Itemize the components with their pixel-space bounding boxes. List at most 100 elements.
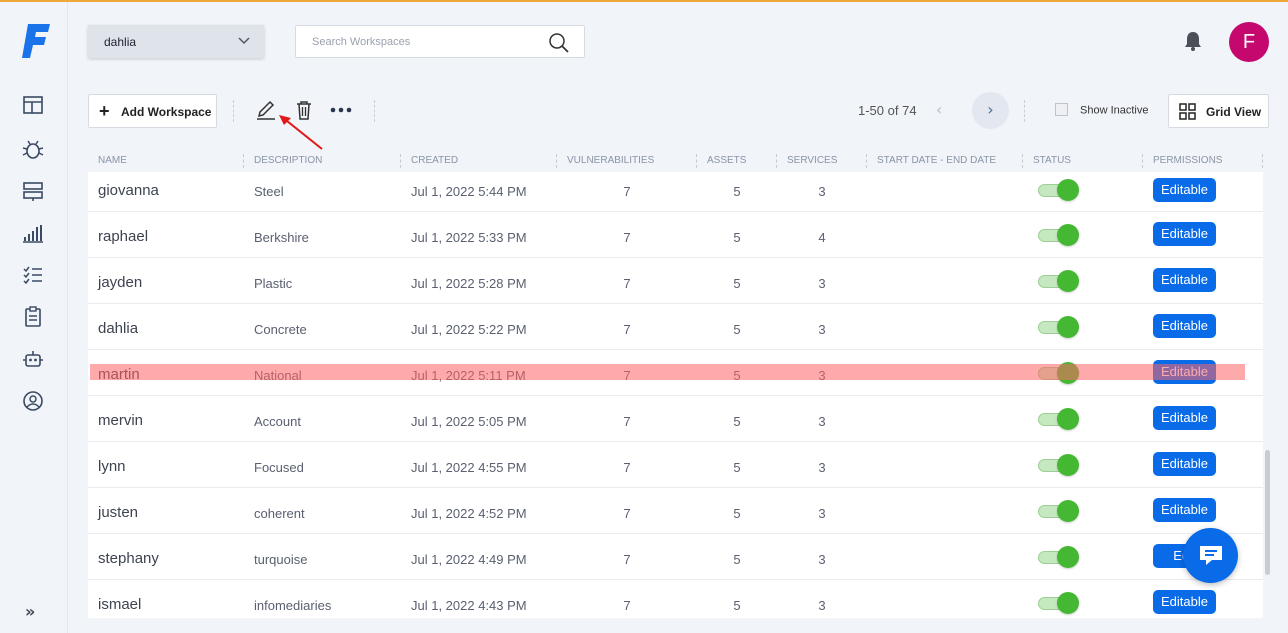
bell-icon[interactable]	[1183, 30, 1203, 52]
cell-vulnerabilities: 7	[623, 184, 631, 199]
cell-name: lynn	[98, 458, 126, 475]
more-options-icon[interactable]	[330, 99, 352, 121]
status-toggle[interactable]	[1038, 362, 1079, 384]
table-row[interactable]: justen coherent Jul 1, 2022 4:52 PM 7 5 3 Edit…	[88, 488, 1263, 534]
toggle-knob	[1057, 179, 1079, 201]
toggle-knob	[1057, 500, 1079, 522]
cell-description: coherent	[254, 506, 305, 521]
permission-editable-button[interactable]: Editable	[1153, 590, 1216, 614]
search-input[interactable]	[296, 26, 526, 57]
cell-description: Plastic	[254, 276, 293, 291]
chevron-down-icon	[238, 37, 250, 45]
table-row[interactable]: giovanna Steel Jul 1, 2022 5:44 PM 7 5 3 Edita…	[88, 172, 1263, 212]
analytics-icon[interactable]	[22, 222, 44, 244]
server-icon[interactable]	[22, 180, 44, 202]
edit-pencil-icon[interactable]	[255, 99, 277, 121]
column-header-name[interactable]: NAME	[98, 155, 127, 166]
table-row[interactable]: lynn Focused Jul 1, 2022 4:55 PM 7 5 3 Editabl…	[88, 442, 1263, 488]
cell-created: Jul 1, 2022 5:11 PM	[411, 368, 526, 383]
table-scrollbar[interactable]	[1265, 450, 1270, 575]
sidebar-expand-icon[interactable]: »	[25, 602, 35, 621]
toolbar-divider	[374, 100, 375, 122]
cell-description: Concrete	[254, 322, 307, 337]
trash-icon[interactable]	[293, 99, 315, 121]
show-inactive-toggle[interactable]: Show Inactive	[1055, 103, 1149, 117]
table-row[interactable]: stephanyturquoiseJul 1, 2022 4:49 PM753E…	[88, 534, 1263, 580]
bug-icon[interactable]	[22, 138, 44, 160]
grid-view-button[interactable]: Grid View	[1168, 94, 1269, 128]
clipboard-icon[interactable]	[22, 306, 44, 328]
dashboard-icon[interactable]	[22, 94, 44, 116]
cell-name: dahlia	[98, 320, 139, 337]
toggle-knob	[1057, 224, 1079, 246]
table-row[interactable]: martin National Jul 1, 2022 5:11 PM 7 5 3 Edit…	[88, 350, 1263, 396]
workspace-select[interactable]: dahlia	[88, 25, 264, 58]
permission-editable-button[interactable]: Editable	[1153, 314, 1216, 338]
sidebar: »	[0, 2, 68, 633]
toggle-knob	[1057, 408, 1079, 430]
status-toggle[interactable]	[1038, 500, 1079, 522]
next-page-button[interactable]: ›	[972, 92, 1009, 129]
table-row[interactable]: ismael infomediaries Jul 1, 2022 4:43 PM 7 5…	[88, 580, 1263, 618]
checklist-icon[interactable]	[22, 264, 44, 286]
table-row[interactable]: dahlia Concrete Jul 1, 2022 5:22 PM 7 5 3 Edit…	[88, 304, 1263, 350]
status-toggle[interactable]	[1038, 224, 1079, 246]
table-row[interactable]: jayden Plastic Jul 1, 2022 5:28 PM 7 5 3 Edita…	[88, 258, 1263, 304]
status-toggle[interactable]	[1038, 408, 1079, 430]
add-workspace-button[interactable]: + Add Workspace	[88, 94, 217, 128]
avatar[interactable]: F	[1229, 22, 1269, 62]
pagination-count: 1-50 of 74	[858, 103, 917, 118]
cell-description: National	[254, 368, 302, 383]
status-toggle[interactable]	[1038, 454, 1079, 476]
show-inactive-label: Show Inactive	[1080, 104, 1149, 117]
chat-button[interactable]	[1183, 528, 1238, 583]
table-row[interactable]: raphael Berkshire Jul 1, 2022 5:33 PM 7 5 4 Ed…	[88, 212, 1263, 258]
column-header-permissions[interactable]: PERMISSIONS	[1153, 155, 1222, 166]
search-icon[interactable]	[548, 32, 570, 54]
user-circle-icon[interactable]	[22, 390, 44, 412]
cell-created: Jul 1, 2022 5:22 PM	[411, 322, 527, 337]
prev-page-button[interactable]: ‹	[936, 100, 942, 119]
status-toggle[interactable]	[1038, 270, 1079, 292]
status-toggle[interactable]	[1038, 179, 1079, 201]
show-inactive-checkbox[interactable]	[1055, 103, 1068, 116]
cell-assets: 5	[733, 184, 741, 199]
column-divider	[556, 154, 557, 168]
cell-services: 3	[818, 506, 826, 521]
status-toggle[interactable]	[1038, 316, 1079, 338]
toggle-knob	[1057, 454, 1079, 476]
status-toggle[interactable]	[1038, 546, 1079, 568]
app-logo[interactable]	[22, 22, 52, 60]
grid-view-label: Grid View	[1206, 105, 1262, 119]
cell-description: Berkshire	[254, 230, 309, 245]
toolbar-divider	[1024, 100, 1025, 122]
cell-name: giovanna	[98, 182, 159, 199]
cell-services: 3	[818, 552, 826, 567]
status-toggle[interactable]	[1038, 592, 1079, 614]
column-header-vulnerabilities[interactable]: VULNERABILITIES	[567, 155, 654, 166]
column-header-created[interactable]: CREATED	[411, 155, 458, 166]
table-row[interactable]: mervin Account Jul 1, 2022 5:05 PM 7 5 3 Edita…	[88, 396, 1263, 442]
column-header-services[interactable]: SERVICES	[787, 155, 837, 166]
cell-description: Account	[254, 414, 301, 429]
column-header-date-range[interactable]: START DATE - END DATE	[877, 155, 996, 166]
cell-vulnerabilities: 7	[623, 460, 631, 475]
workspaces-table: NAME DESCRIPTION CREATED VULNERABILITIES…	[88, 150, 1263, 618]
permission-editable-button[interactable]: Editable	[1153, 178, 1216, 202]
robot-icon[interactable]	[22, 348, 44, 370]
cell-assets: 5	[733, 460, 741, 475]
cell-name: stephany	[98, 550, 159, 567]
permission-editable-button[interactable]: Editable	[1153, 452, 1216, 476]
permission-editable-button[interactable]: Editable	[1153, 222, 1216, 246]
permission-editable-button[interactable]: Editable	[1153, 406, 1216, 430]
search-box	[295, 25, 585, 58]
column-header-description[interactable]: DESCRIPTION	[254, 155, 322, 166]
cell-assets: 5	[733, 552, 741, 567]
cell-services: 3	[818, 414, 826, 429]
permission-editable-button[interactable]: Editable	[1153, 268, 1216, 292]
workspace-select-value: dahlia	[104, 35, 137, 49]
column-header-status[interactable]: STATUS	[1033, 155, 1071, 166]
permission-editable-button[interactable]: Editable	[1153, 498, 1216, 522]
permission-editable-button[interactable]: Editable	[1153, 360, 1216, 384]
column-header-assets[interactable]: ASSETS	[707, 155, 746, 166]
